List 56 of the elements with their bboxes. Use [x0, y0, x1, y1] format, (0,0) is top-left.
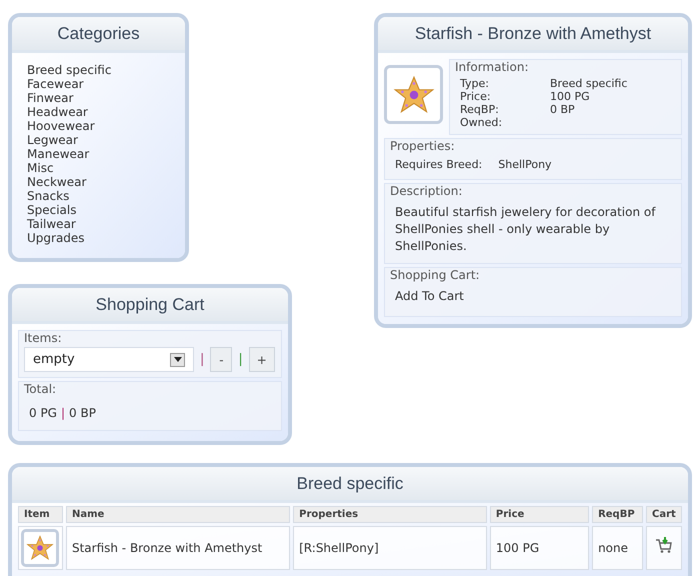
category-link[interactable]: Neckwear: [27, 175, 86, 189]
info-value: Breed specific: [550, 77, 628, 90]
separator-text: |: [200, 350, 204, 369]
section-label: Shopping Cart:: [390, 268, 481, 282]
column-header: Price: [490, 506, 590, 523]
add-to-cart-link[interactable]: Add To Cart: [390, 282, 469, 310]
category-link[interactable]: Legwear: [27, 133, 78, 147]
category-link[interactable]: Breed specific: [27, 63, 112, 77]
section-label: Description:: [390, 184, 464, 198]
category-link[interactable]: Specials: [27, 203, 76, 217]
section-label: Items:: [24, 331, 63, 346]
table-cell: 100 PG: [490, 526, 590, 570]
table-cell: [R:ShellPony]: [293, 526, 487, 570]
separator-text: |: [238, 350, 243, 369]
category-link[interactable]: Misc: [27, 161, 54, 175]
column-header: ReqBP: [592, 506, 643, 523]
column-header: Item: [18, 506, 63, 523]
info-label: Type:: [460, 77, 490, 90]
table-cell: none: [592, 526, 643, 570]
add-to-cart-button[interactable]: [654, 536, 673, 554]
category-link[interactable]: Facewear: [27, 77, 84, 91]
starfish-icon: [392, 74, 434, 116]
column-header: Name: [66, 506, 290, 523]
info-label: ReqBP:: [460, 103, 500, 116]
plus-button[interactable]: +: [248, 347, 275, 372]
category-link[interactable]: Manewear: [27, 147, 90, 161]
column-header: Cart: [646, 506, 682, 523]
dropdown-icon: [170, 352, 185, 366]
info-label: Owned:: [460, 116, 504, 129]
category-link[interactable]: Snacks: [27, 189, 70, 203]
panel-title: Starfish - Bronze with Amethyst: [414, 22, 652, 45]
starfish-icon: [26, 534, 54, 562]
separator-text: |: [60, 405, 66, 422]
minus-button[interactable]: -: [210, 347, 232, 372]
category-link[interactable]: Tailwear: [27, 217, 76, 231]
info-label: Price:: [460, 90, 492, 103]
category-link[interactable]: Finwear: [27, 91, 74, 105]
column-header: Properties: [293, 506, 487, 523]
section-label: Total:: [24, 382, 58, 397]
panel-title: Categories: [57, 22, 140, 45]
description-text: Beautiful starfish jewelery for decoration of ShellPonies shell - only wearable by ShellPonies.: [394, 204, 657, 254]
category-link[interactable]: Headwear: [27, 105, 88, 119]
panel-title: Shopping Cart: [96, 294, 204, 316]
property-value: ShellPony: [498, 157, 552, 173]
info-value: 0 BP: [550, 103, 576, 116]
panel-title: Breed specific: [296, 472, 404, 495]
table-cell: Starfish - Bronze with Amethyst: [66, 526, 290, 570]
section-label: Properties:: [390, 139, 456, 154]
total-text: 0 BP: [69, 405, 96, 422]
category-link[interactable]: Hoovewear: [27, 119, 95, 133]
section-label: Information:: [455, 60, 530, 75]
select-field[interactable]: empty: [24, 347, 194, 372]
property-label: Requires Breed:: [395, 157, 482, 173]
info-value: 100 PG: [550, 90, 591, 103]
total-text: 0 PG: [29, 405, 57, 422]
category-link[interactable]: Upgrades: [27, 231, 85, 245]
